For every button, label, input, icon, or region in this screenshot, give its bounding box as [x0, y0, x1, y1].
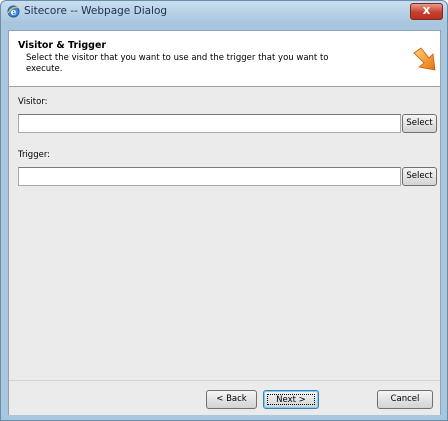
visitor-label: Visitor: [18, 97, 48, 107]
form-panel: Visitor: Select Trigger: Select [9, 87, 440, 380]
arrow-icon [413, 47, 436, 71]
dialog-window: e Sitecore -- Webpage Dialog x Visitor &… [0, 0, 448, 421]
trigger-label: Trigger: [18, 150, 51, 160]
window-title: Sitecore -- Webpage Dialog [24, 5, 168, 17]
dialog-content: Visitor & Trigger Select the visitor tha… [8, 30, 441, 415]
header-panel: Visitor & Trigger Select the visitor tha… [9, 31, 440, 86]
next-button-label: Next > [267, 394, 315, 405]
close-button[interactable]: x [410, 3, 443, 20]
next-button[interactable]: Next > [263, 390, 319, 409]
title-bar[interactable]: e Sitecore -- Webpage Dialog x [1, 1, 447, 23]
trigger-select-button[interactable]: Select [402, 167, 437, 186]
close-icon: x [422, 3, 431, 17]
button-bar: < Back Next > Cancel [9, 380, 440, 415]
visitor-select-button[interactable]: Select [402, 114, 437, 133]
page-description: Select the visitor that you want to use … [26, 53, 329, 74]
back-button[interactable]: < Back [206, 390, 257, 409]
ie-icon: e [7, 5, 20, 18]
page-title: Visitor & Trigger [18, 40, 107, 51]
cancel-button[interactable]: Cancel [377, 390, 433, 409]
trigger-input[interactable] [18, 167, 401, 186]
visitor-input[interactable] [18, 114, 401, 133]
